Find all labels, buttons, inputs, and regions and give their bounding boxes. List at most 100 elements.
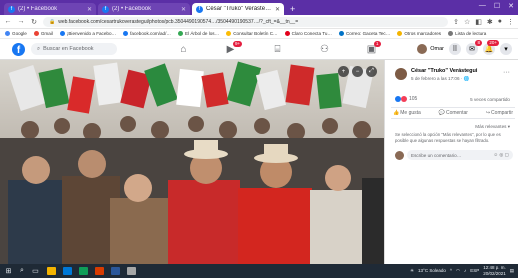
facebook-icon: [123, 31, 129, 36]
nav-gaming[interactable]: ▣ 1: [348, 39, 395, 60]
browser-tab-1[interactable]: f (2) • Facebook ✕: [4, 3, 96, 15]
chrome-icon[interactable]: [78, 267, 88, 275]
tab-title: César "Truko" Verástegui agrega…: [206, 6, 272, 12]
nav-home[interactable]: ⌂: [160, 39, 207, 60]
url-input[interactable]: 🔒 web.facebook.com/cesartrukoverastegui/…: [43, 16, 449, 27]
close-tab-icon[interactable]: ✕: [275, 6, 280, 13]
bookmark-item[interactable]: Gmail: [33, 31, 53, 36]
facebook-favicon-icon: f: [196, 5, 203, 13]
post-author[interactable]: César "Truko" Verástegui: [411, 68, 477, 74]
post-date[interactable]: 5 de febrero a las 17:06 · 🌐: [411, 76, 477, 82]
bookmark-item[interactable]: Otros marcadores: [397, 31, 441, 36]
nav-marketplace[interactable]: ⌸: [254, 39, 301, 60]
post-header: César "Truko" Verástegui 5 de febrero a …: [395, 68, 477, 82]
notifications-button[interactable]: 🔔 20+: [483, 40, 499, 55]
fullscreen-icon[interactable]: ⤢: [366, 66, 377, 77]
bookmark-item[interactable]: Consultar Boletín C…: [226, 31, 278, 36]
bookmarks-bar: Google Gmail ¡Bienvenido a Facebo… faceb…: [0, 29, 518, 39]
browser-tab-3[interactable]: f César "Truko" Verástegui agrega… ✕: [192, 3, 284, 15]
profile-icon[interactable]: ●: [498, 18, 502, 26]
volume-icon[interactable]: ♪: [464, 268, 466, 273]
bookmark-item[interactable]: Claro Conecta Tu…: [284, 31, 332, 36]
grid-icon: ⠿: [452, 46, 458, 53]
share-button[interactable]: ↪ Compartir: [486, 110, 513, 116]
menu-icon[interactable]: ⋮: [507, 18, 514, 26]
search-icon[interactable]: ⌕: [20, 267, 24, 275]
task-view-icon[interactable]: ▭: [31, 267, 40, 275]
file-explorer-icon[interactable]: [46, 267, 56, 275]
clock[interactable]: 12:48 p. m. 20/02/2021: [483, 265, 506, 276]
bookmark-item[interactable]: Correo: Gaceta Tec…: [338, 31, 390, 36]
extension-icon[interactable]: ◧: [475, 18, 482, 26]
facebook-favicon-icon: f: [8, 5, 15, 13]
close-window-icon[interactable]: ✕: [508, 2, 514, 10]
windows-start-icon[interactable]: ⊞: [4, 267, 13, 275]
page-icon: [177, 31, 183, 36]
messenger-badge: 8: [475, 40, 482, 46]
close-tab-icon[interactable]: ✕: [87, 6, 92, 13]
messenger-button[interactable]: ✉ 8: [466, 40, 482, 55]
like-button[interactable]: 👍 Me gusta: [393, 110, 421, 116]
word-icon[interactable]: [110, 267, 120, 275]
weather-text[interactable]: 13°C Soleado: [418, 268, 446, 273]
share-count[interactable]: 5 veces compartido: [470, 97, 510, 102]
avatar[interactable]: [395, 68, 407, 80]
post-actions: 👍 Me gusta 💬 Comentar ↪ Compartir: [391, 107, 515, 119]
comment-sort-dropdown[interactable]: Más relevantes ▾: [475, 124, 510, 130]
facebook-icon: [59, 31, 65, 36]
bookmark-item[interactable]: Lista de lectura: [448, 31, 486, 36]
reactions-summary[interactable]: 105: [395, 96, 417, 102]
maximize-icon[interactable]: ☐: [494, 2, 500, 10]
thumbs-up-icon: 👍: [393, 110, 400, 116]
puzzle-icon[interactable]: ✱: [487, 18, 493, 26]
google-icon: [5, 31, 10, 36]
reload-icon[interactable]: ↻: [30, 18, 38, 26]
address-bar-row: ← → ↻ 🔒 web.facebook.com/cesartrukoveras…: [0, 15, 518, 29]
profile-button[interactable]: Omar: [417, 44, 444, 54]
system-tray: ☀ 13°C Soleado ^ ◠ ♪ ESP 12:48 p. m. 20/…: [410, 265, 514, 276]
star-icon[interactable]: ☆: [464, 18, 470, 26]
page-icon: [226, 31, 232, 36]
tray-chevron-icon[interactable]: ^: [450, 268, 452, 273]
bookmark-item[interactable]: El Árbol de los…: [177, 31, 219, 36]
bookmark-item[interactable]: Google: [5, 31, 27, 36]
zoom-in-icon[interactable]: +: [338, 66, 349, 77]
app-icon[interactable]: [126, 267, 136, 275]
love-reaction-icon: [401, 96, 407, 102]
mail-icon: [338, 31, 344, 36]
search-input[interactable]: ⌕ Buscar en Facebook: [31, 43, 117, 55]
more-options-icon[interactable]: ···: [503, 69, 510, 76]
nav-groups[interactable]: ⚇: [301, 39, 348, 60]
menu-grid-button[interactable]: ⠿: [449, 43, 461, 55]
comment-input[interactable]: Escribe un comentario… ☺ ◎ ▢: [407, 150, 513, 160]
bookmark-item[interactable]: ¡Bienvenido a Facebo…: [59, 31, 116, 36]
facebook-favicon-icon: f: [102, 5, 109, 13]
notifications-badge: 20+: [487, 40, 499, 46]
share-icon[interactable]: ⇪: [453, 18, 459, 26]
bookmark-item[interactable]: facebook.com/ad/…: [123, 31, 171, 36]
facebook-logo-icon[interactable]: f: [12, 42, 25, 56]
browser-tab-2[interactable]: f (2) • Facebook ✕: [98, 3, 190, 15]
nav-watch[interactable]: ▶ 9+: [207, 39, 254, 60]
wifi-icon[interactable]: ◠: [456, 268, 460, 274]
photo-viewer[interactable]: + − ⤢: [0, 60, 384, 264]
new-tab-button[interactable]: +: [286, 3, 299, 15]
chevron-down-icon: ▾: [504, 46, 508, 53]
language-indicator[interactable]: ESP: [470, 268, 479, 273]
edge-icon[interactable]: [62, 267, 72, 275]
minimize-icon[interactable]: —: [479, 2, 486, 10]
notifications-icon[interactable]: ▤: [510, 268, 514, 274]
weather-icon[interactable]: ☀: [410, 268, 414, 274]
account-menu-button[interactable]: ▾: [500, 43, 512, 55]
emoji-icon[interactable]: ☺ ◎ ▢: [493, 152, 509, 158]
zoom-out-icon[interactable]: −: [352, 66, 363, 77]
post-sidebar: César "Truko" Verástegui 5 de febrero a …: [384, 60, 518, 264]
groups-icon: ⚇: [320, 44, 329, 55]
windows-taskbar: ⊞ ⌕ ▭ ☀ 13°C Soleado ^ ◠ ♪ ESP 12:48 p. …: [0, 264, 518, 278]
back-icon[interactable]: ←: [4, 18, 12, 25]
office-icon[interactable]: [94, 267, 104, 275]
forward-icon[interactable]: →: [17, 18, 25, 25]
avatar: [417, 44, 428, 54]
close-tab-icon[interactable]: ✕: [181, 6, 186, 13]
comment-button[interactable]: 💬 Comentar: [439, 110, 468, 116]
